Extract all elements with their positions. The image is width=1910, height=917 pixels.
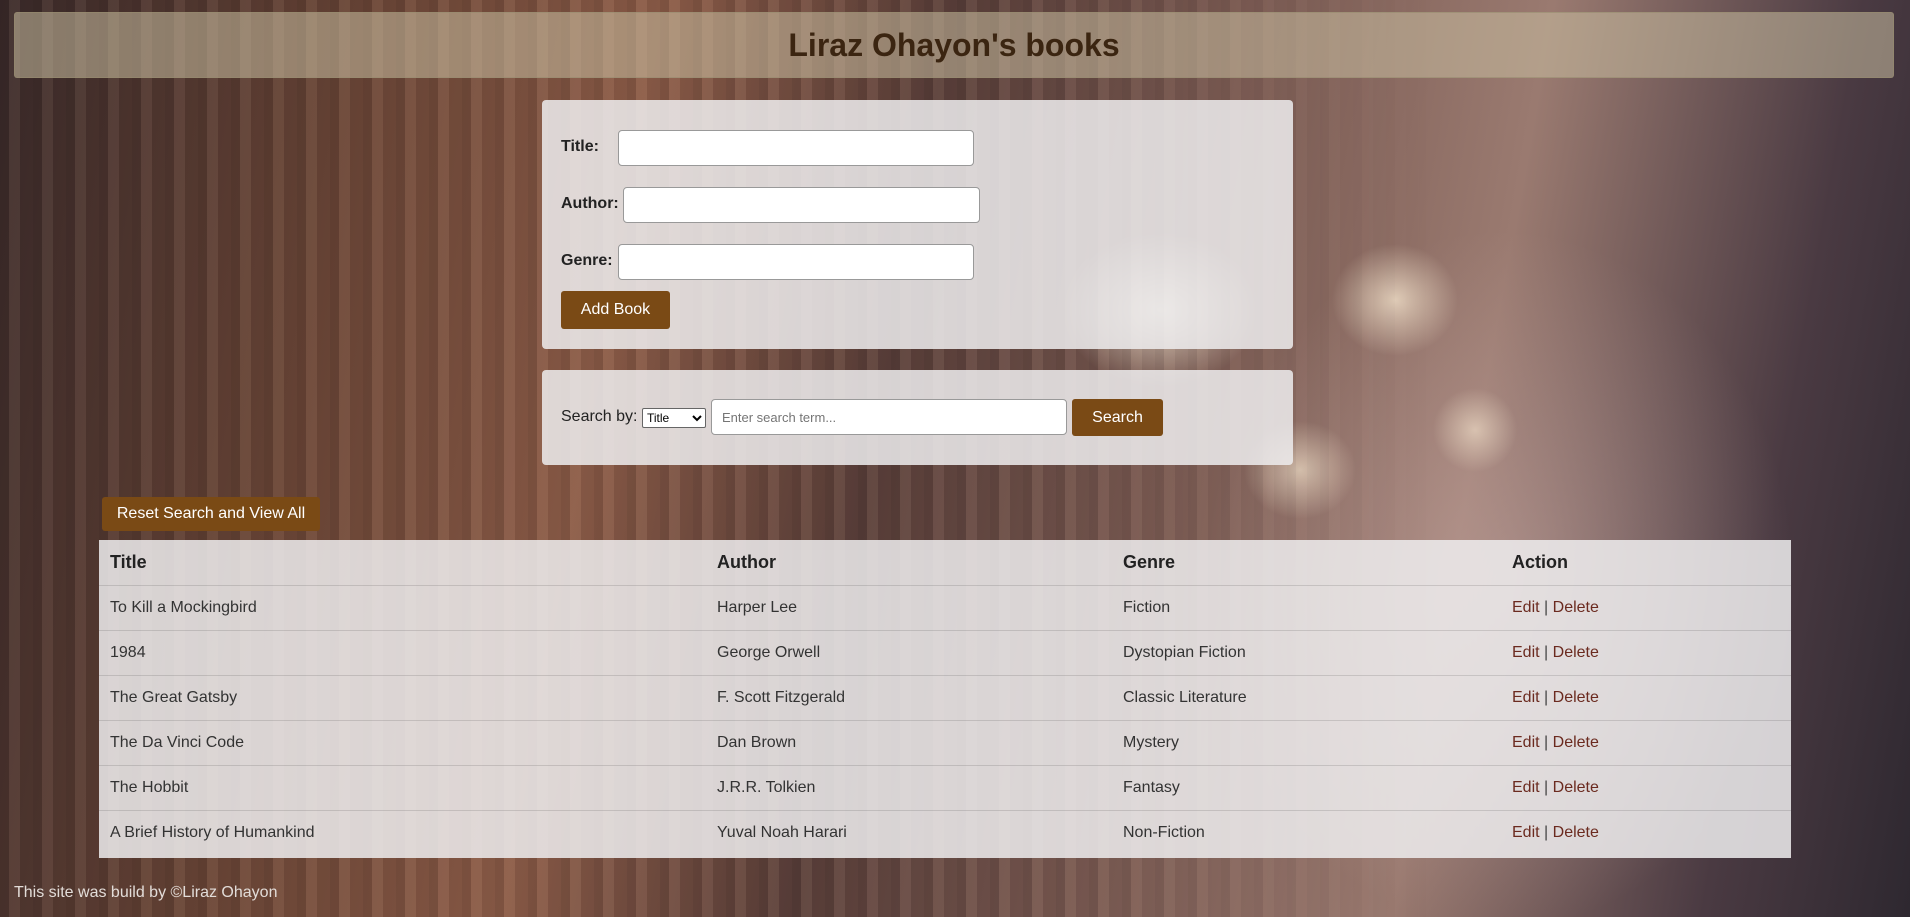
add-book-button[interactable]: Add Book bbox=[561, 291, 670, 329]
book-genre: Mystery bbox=[1112, 720, 1501, 766]
book-title: The Great Gatsby bbox=[99, 675, 706, 721]
book-actions: Edit | Delete bbox=[1501, 630, 1791, 676]
delete-link[interactable]: Delete bbox=[1553, 779, 1599, 796]
column-header-title: Title bbox=[99, 540, 706, 586]
book-genre: Dystopian Fiction bbox=[1112, 630, 1501, 676]
book-title: A Brief History of Humankind bbox=[110, 824, 315, 841]
action-separator: | bbox=[1544, 644, 1549, 661]
search-form: Search by: Title Search bbox=[542, 370, 1293, 465]
book-genre: Fiction bbox=[1112, 585, 1501, 631]
book-actions: Edit | Delete bbox=[1501, 675, 1791, 721]
action-separator: | bbox=[1544, 689, 1549, 706]
book-actions: Edit | Delete bbox=[1501, 765, 1791, 811]
book-title: The Da Vinci Code bbox=[99, 720, 706, 766]
edit-link[interactable]: Edit bbox=[1512, 599, 1540, 616]
book-author: Yuval Noah Harari bbox=[717, 824, 847, 841]
table-row: The Hobbit J.R.R. Tolkien Fantasy Edit |… bbox=[99, 765, 1791, 811]
delete-link[interactable]: Delete bbox=[1553, 644, 1599, 661]
book-title: To Kill a Mockingbird bbox=[99, 585, 706, 631]
author-input[interactable] bbox=[623, 187, 980, 223]
delete-link[interactable]: Delete bbox=[1553, 599, 1599, 616]
delete-link[interactable]: Delete bbox=[1553, 734, 1599, 751]
book-author: George Orwell bbox=[706, 630, 1112, 676]
book-author: Harper Lee bbox=[706, 585, 1112, 631]
add-book-form: Title: Author: Genre: Add Book bbox=[542, 100, 1293, 349]
book-author: J.R.R. Tolkien bbox=[706, 765, 1112, 811]
book-title: The Hobbit bbox=[99, 765, 706, 811]
delete-link[interactable]: Delete bbox=[1553, 689, 1599, 706]
books-table: Title Author Genre Action To Kill a Mock… bbox=[99, 540, 1791, 858]
action-separator: | bbox=[1544, 824, 1549, 841]
table-row: 1984 George Orwell Dystopian Fiction Edi… bbox=[99, 630, 1791, 676]
genre-label: Genre: bbox=[561, 252, 613, 269]
action-separator: | bbox=[1544, 734, 1549, 751]
edit-link[interactable]: Edit bbox=[1512, 689, 1540, 706]
book-author: Dan Brown bbox=[706, 720, 1112, 766]
table-row: The Great Gatsby F. Scott Fitzgerald Cla… bbox=[99, 675, 1791, 721]
genre-input[interactable] bbox=[618, 244, 974, 280]
column-header-action: Action bbox=[1501, 540, 1791, 586]
table-row: To Kill a Mockingbird Harper Lee Fiction… bbox=[99, 585, 1791, 631]
search-button[interactable]: Search bbox=[1072, 399, 1163, 436]
column-header-genre: Genre bbox=[1112, 540, 1501, 586]
page-title: Liraz Ohayon's books bbox=[788, 26, 1120, 63]
reset-search-button[interactable]: Reset Search and View All bbox=[102, 497, 320, 531]
book-title: 1984 bbox=[99, 630, 706, 676]
table-row: A Brief History of Humankind Yuval Noah … bbox=[99, 811, 1791, 856]
table-header-row: Title Author Genre Action bbox=[99, 540, 1791, 586]
title-input[interactable] bbox=[618, 130, 974, 166]
column-header-author: Author bbox=[706, 540, 1112, 586]
book-actions: Edit | Delete bbox=[1501, 811, 1791, 856]
edit-link[interactable]: Edit bbox=[1512, 824, 1540, 841]
page-header: Liraz Ohayon's books bbox=[14, 12, 1894, 78]
action-separator: | bbox=[1544, 779, 1549, 796]
edit-link[interactable]: Edit bbox=[1512, 779, 1540, 796]
book-actions: Edit | Delete bbox=[1501, 720, 1791, 766]
edit-link[interactable]: Edit bbox=[1512, 734, 1540, 751]
book-actions: Edit | Delete bbox=[1501, 585, 1791, 631]
book-genre: Fantasy bbox=[1112, 765, 1501, 811]
book-genre: Non-Fiction bbox=[1123, 824, 1205, 841]
book-author: F. Scott Fitzgerald bbox=[706, 675, 1112, 721]
search-by-label: Search by: bbox=[561, 408, 638, 425]
search-input[interactable] bbox=[711, 399, 1067, 435]
action-separator: | bbox=[1544, 599, 1549, 616]
footer-credit: This site was build by ©Liraz Ohayon bbox=[14, 884, 278, 901]
table-row: The Da Vinci Code Dan Brown Mystery Edit… bbox=[99, 720, 1791, 766]
author-label: Author: bbox=[561, 195, 619, 212]
search-field-select[interactable]: Title bbox=[642, 408, 706, 428]
edit-link[interactable]: Edit bbox=[1512, 644, 1540, 661]
delete-link[interactable]: Delete bbox=[1553, 824, 1599, 841]
book-genre: Classic Literature bbox=[1112, 675, 1501, 721]
title-label: Title: bbox=[561, 138, 599, 155]
